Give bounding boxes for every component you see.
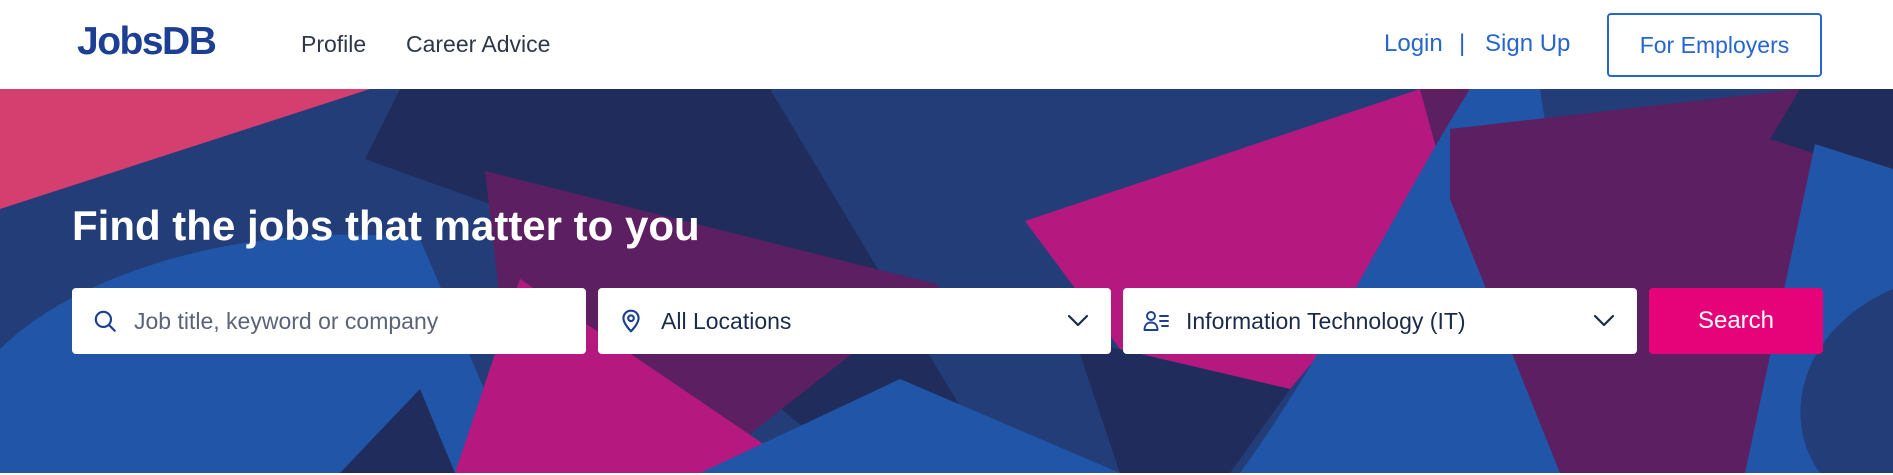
auth-separator: | bbox=[1459, 30, 1466, 57]
signup-link[interactable]: Sign Up bbox=[1485, 29, 1570, 59]
classification-dropdown[interactable]: Information Technology (IT) bbox=[1123, 288, 1637, 354]
hero-background-pattern bbox=[0, 89, 1893, 473]
search-icon bbox=[94, 310, 116, 332]
keyword-search-field[interactable] bbox=[72, 288, 586, 354]
for-employers-button[interactable]: For Employers bbox=[1607, 13, 1822, 77]
chevron-down-icon bbox=[1593, 314, 1615, 327]
hero-banner: Find the jobs that matter to you All Loc… bbox=[0, 89, 1893, 473]
nav-profile-link[interactable]: Profile bbox=[301, 29, 366, 59]
keyword-input[interactable] bbox=[134, 288, 564, 354]
location-pin-icon bbox=[622, 309, 640, 333]
classification-selected-value: Information Technology (IT) bbox=[1186, 308, 1466, 334]
person-list-icon bbox=[1143, 311, 1169, 331]
location-dropdown[interactable]: All Locations bbox=[598, 288, 1111, 354]
login-link[interactable]: Login bbox=[1384, 29, 1443, 59]
nav-career-advice-link[interactable]: Career Advice bbox=[406, 29, 550, 59]
chevron-down-icon bbox=[1067, 314, 1089, 327]
hero-title: Find the jobs that matter to you bbox=[72, 202, 700, 249]
top-navigation-bar: JobsDB Profile Career Advice Login | Sig… bbox=[0, 0, 1893, 89]
jobsdb-logo[interactable]: JobsDB bbox=[77, 18, 217, 66]
location-selected-value: All Locations bbox=[661, 308, 792, 334]
search-button[interactable]: Search bbox=[1649, 288, 1823, 354]
